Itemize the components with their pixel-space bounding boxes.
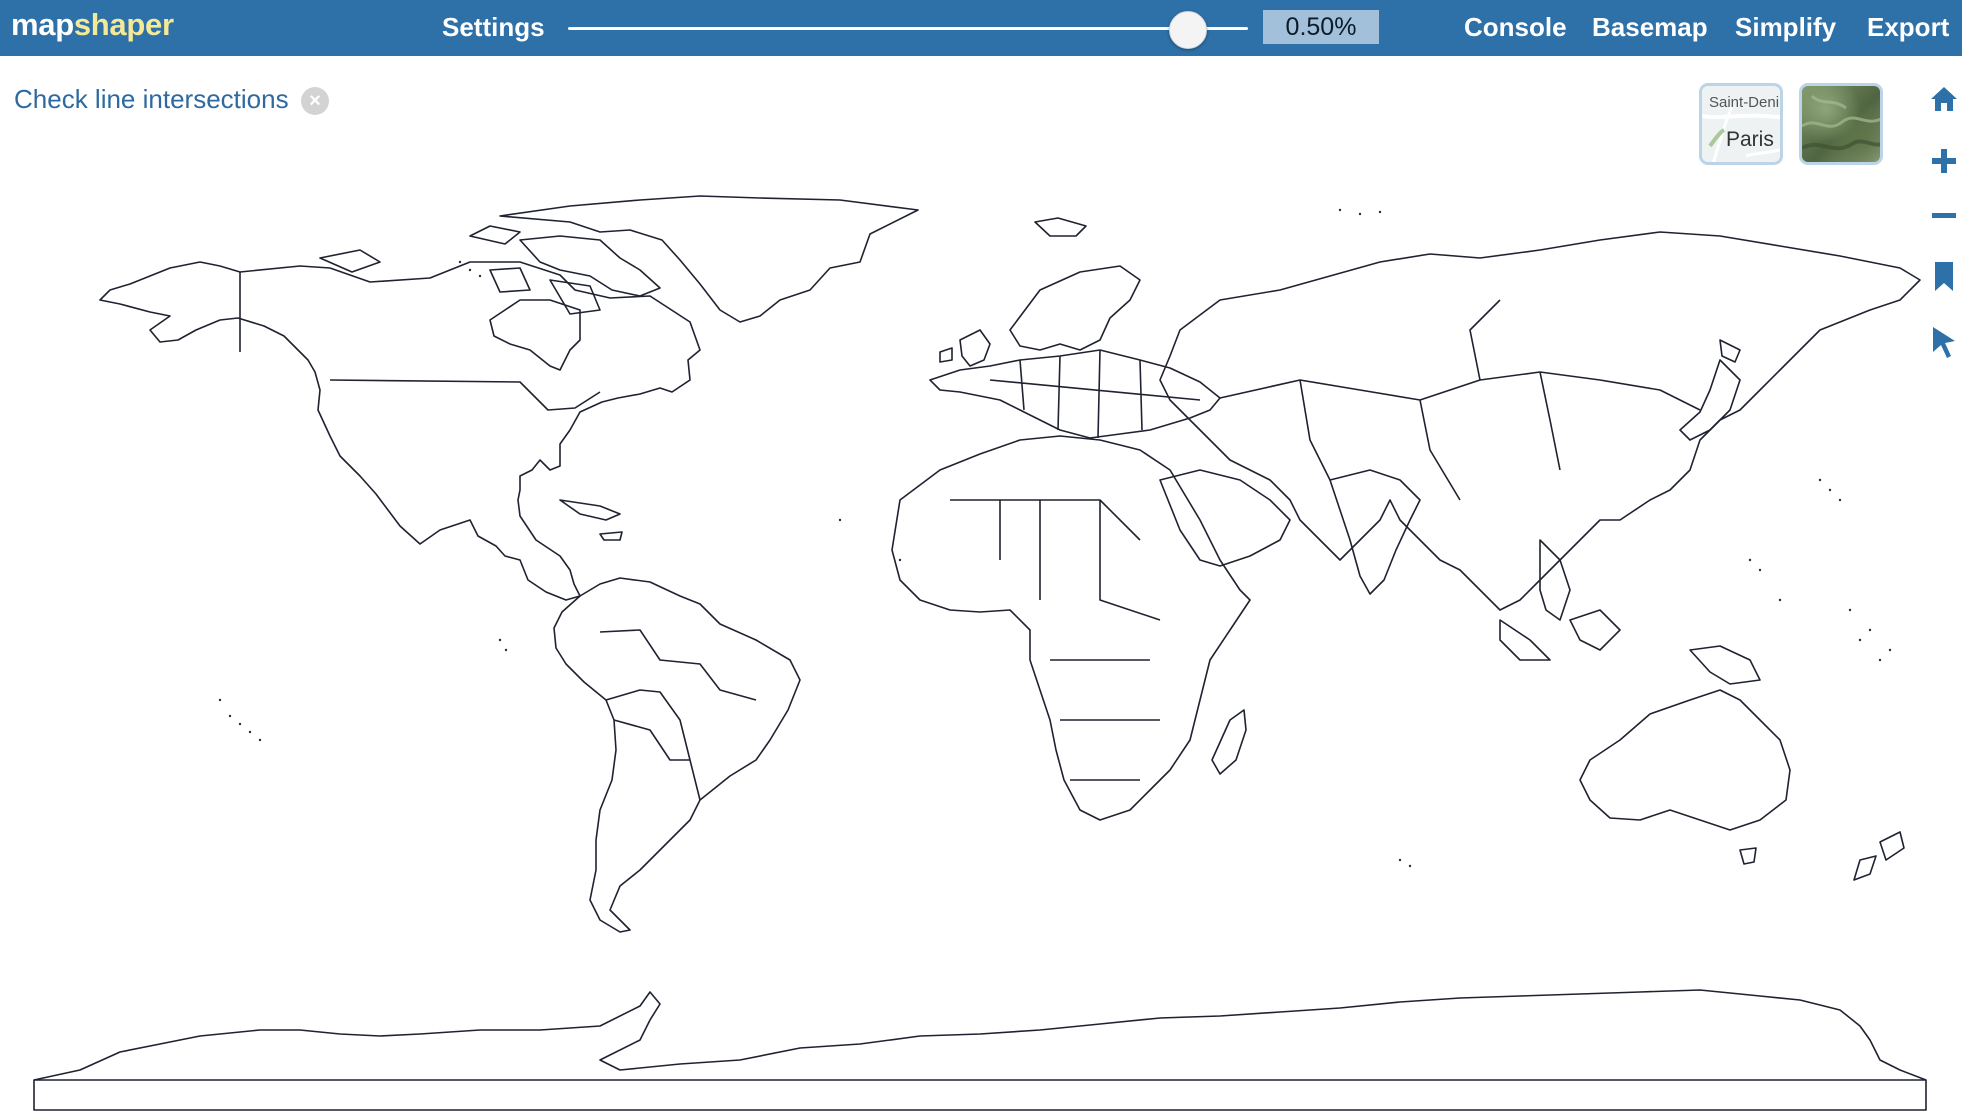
map-tasmania [1739, 847, 1757, 865]
settings-button[interactable]: Settings [442, 11, 545, 43]
world-map-canvas[interactable] [0, 56, 1962, 1114]
map-asia-borders [1219, 299, 1701, 501]
map-islands-dots [218, 208, 1892, 868]
map-britain [939, 329, 991, 367]
map-australia [1579, 689, 1791, 831]
map-india [1329, 469, 1421, 595]
map-us-canada-border [329, 379, 601, 411]
export-button[interactable]: Export [1867, 11, 1949, 43]
map-caribbean [559, 499, 623, 541]
map-new-zealand [1853, 831, 1905, 881]
basemap-button[interactable]: Basemap [1592, 11, 1708, 43]
map-africa [891, 435, 1251, 821]
map-scandinavia [1009, 265, 1141, 351]
map-arctic-islands [319, 225, 661, 315]
map-africa-borders [950, 499, 1161, 781]
map-europe [929, 349, 1221, 439]
simplify-slider-handle[interactable] [1168, 11, 1207, 49]
console-button[interactable]: Console [1464, 11, 1567, 43]
map-north-america [99, 261, 701, 601]
mapshaper-logo[interactable]: mapshaper [11, 5, 174, 45]
map-antarctica [33, 989, 1927, 1111]
map-hudson-bay [489, 299, 581, 371]
map-new-guinea [1689, 645, 1761, 685]
top-bar: mapshaper Settings 0.50% Console Basemap… [0, 0, 1962, 56]
simplify-button[interactable]: Simplify [1735, 11, 1836, 43]
logo-shaper-text: shaper [73, 7, 174, 42]
map-japan [1679, 339, 1741, 441]
map-iceland [1034, 217, 1087, 237]
map-southeast-asia [1499, 539, 1621, 661]
simplify-slider-track[interactable] [568, 27, 1248, 30]
map-madagascar [1211, 709, 1247, 775]
map-south-america [553, 577, 801, 933]
simplify-percent-input[interactable]: 0.50% [1263, 10, 1379, 44]
logo-map-text: map [11, 7, 74, 42]
